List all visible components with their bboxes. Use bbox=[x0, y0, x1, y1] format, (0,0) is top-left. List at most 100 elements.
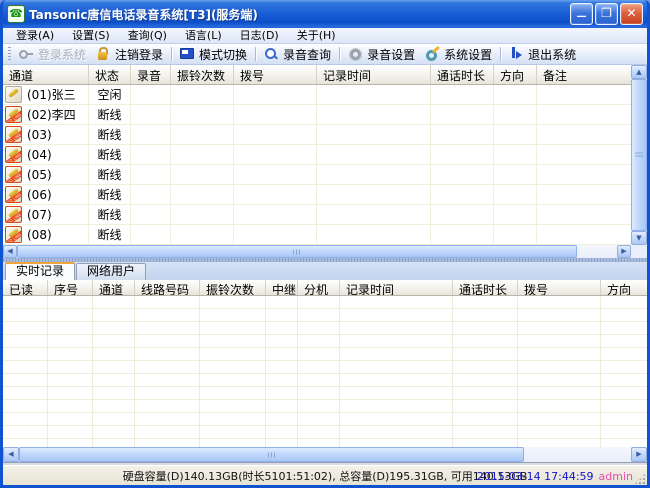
channel-row[interactable]: (07)断线 bbox=[3, 205, 631, 225]
app-phone-icon: ☎ bbox=[7, 5, 25, 23]
channel-cell bbox=[317, 205, 431, 224]
scroll-up-icon[interactable]: ▲ bbox=[631, 65, 647, 79]
toolbar-separator bbox=[339, 47, 340, 61]
toolbar-button-label: 注销登录 bbox=[115, 46, 163, 63]
scrollbar-corner bbox=[631, 245, 647, 258]
channel-row[interactable]: (01)张三空闲 bbox=[3, 85, 631, 105]
toolbar-login-button[interactable]: 登录系统 bbox=[14, 45, 91, 64]
channel-row[interactable]: (02)李四断线 bbox=[3, 105, 631, 125]
hscroll-thumb[interactable] bbox=[19, 447, 524, 462]
scroll-right-icon[interactable]: ▶ bbox=[631, 447, 647, 462]
records-grid-column bbox=[298, 296, 340, 447]
channel-cell bbox=[431, 205, 494, 224]
records-col-header[interactable]: 通道 bbox=[93, 280, 135, 295]
channel-col-header[interactable]: 拨号 bbox=[234, 65, 317, 84]
channel-cell bbox=[431, 105, 494, 124]
channel-col-header[interactable]: 记录时间 bbox=[317, 65, 431, 84]
menu-item-query[interactable]: 查询(Q) bbox=[119, 28, 176, 43]
records-col-header[interactable]: 中继 bbox=[266, 280, 298, 295]
records-col-header[interactable]: 线路号码 bbox=[135, 280, 200, 295]
phone-offline-icon bbox=[5, 166, 22, 183]
channel-cell bbox=[171, 225, 234, 244]
channel-col-header[interactable]: 振铃次数 bbox=[171, 65, 234, 84]
records-col-header[interactable]: 序号 bbox=[48, 280, 93, 295]
channel-cell bbox=[171, 85, 234, 104]
toolbar-exit-button[interactable]: 退出系统 bbox=[504, 45, 581, 64]
channel-cell bbox=[431, 165, 494, 184]
channel-cell bbox=[171, 125, 234, 144]
scroll-left-icon[interactable]: ◀ bbox=[3, 447, 19, 462]
channel-cell bbox=[317, 125, 431, 144]
channel-cell bbox=[234, 225, 317, 244]
channel-hscrollbar[interactable]: ◀ ▶ bbox=[3, 245, 631, 258]
menu-item-about[interactable]: 关于(H) bbox=[288, 28, 345, 43]
hscroll-thumb[interactable] bbox=[17, 245, 577, 258]
lock-icon bbox=[96, 47, 111, 61]
scroll-left-icon[interactable]: ◀ bbox=[3, 245, 17, 258]
toolbar-mode-switch-button[interactable]: 模式切换 bbox=[175, 45, 252, 64]
toolbar-grip[interactable] bbox=[8, 47, 11, 61]
toolbar-button-label: 退出系统 bbox=[528, 46, 576, 63]
channel-cell: 断线 bbox=[89, 185, 131, 204]
records-col-header[interactable]: 拨号 bbox=[518, 280, 601, 295]
records-col-header[interactable]: 通话时长 bbox=[453, 280, 518, 295]
hscroll-track[interactable] bbox=[577, 245, 617, 258]
menu-item-language[interactable]: 语言(L) bbox=[176, 28, 231, 43]
tabbar: 实时记录网络用户 bbox=[3, 262, 647, 280]
channel-cell bbox=[537, 145, 631, 164]
datetime-text: 2015-03-14 17:44:59 bbox=[477, 470, 594, 483]
channel-name: (03) bbox=[27, 128, 52, 142]
channel-vscrollbar[interactable]: ▲ ▼ bbox=[631, 65, 647, 245]
app-window: ☎ Tansonic唐信电话录音系统[T3](服务端) — ❐ ✕ 登录(A)设… bbox=[0, 0, 650, 488]
channel-cell bbox=[317, 185, 431, 204]
records-col-header[interactable]: 已读 bbox=[3, 280, 48, 295]
channel-row[interactable]: (03) 断线 bbox=[3, 125, 631, 145]
menu-item-log[interactable]: 日志(D) bbox=[231, 28, 288, 43]
minimize-button[interactable]: — bbox=[570, 3, 593, 25]
tab-network-users[interactable]: 网络用户 bbox=[76, 263, 146, 280]
records-hscrollbar[interactable]: ◀ ▶ bbox=[3, 447, 647, 462]
records-col-header[interactable]: 方向 bbox=[601, 280, 647, 295]
toolbar-system-settings-button[interactable]: 系统设置 bbox=[420, 45, 497, 64]
records-grid-column bbox=[518, 296, 601, 447]
menu-item-login[interactable]: 登录(A) bbox=[7, 28, 63, 43]
records-table-header: 已读序号通道线路号码振铃次数中继分机记录时间通话时长拨号方向 bbox=[3, 280, 647, 296]
channel-col-header[interactable]: 备注 bbox=[537, 65, 631, 84]
channel-cell bbox=[234, 145, 317, 164]
hscroll-track[interactable] bbox=[524, 447, 631, 462]
records-col-header[interactable]: 振铃次数 bbox=[200, 280, 266, 295]
toolbar-button-label: 录音设置 bbox=[367, 46, 415, 63]
records-col-header[interactable]: 分机 bbox=[298, 280, 340, 295]
toolbar-record-query-button[interactable]: 录音查询 bbox=[259, 45, 336, 64]
channel-status: 断线 bbox=[97, 126, 121, 143]
channel-row[interactable]: (04)断线 bbox=[3, 145, 631, 165]
channel-cell bbox=[171, 145, 234, 164]
records-col-header[interactable]: 记录时间 bbox=[340, 280, 453, 295]
maximize-icon: ❐ bbox=[596, 4, 617, 24]
scroll-right-icon[interactable]: ▶ bbox=[617, 245, 631, 258]
scroll-down-icon[interactable]: ▼ bbox=[631, 231, 647, 245]
toolbar-record-settings-button[interactable]: 录音设置 bbox=[343, 45, 420, 64]
channel-status: 空闲 bbox=[97, 86, 121, 103]
channel-col-header[interactable]: 通道 bbox=[3, 65, 89, 84]
tab-realtime-records[interactable]: 实时记录 bbox=[5, 262, 75, 280]
channel-row[interactable]: (08)断线 bbox=[3, 225, 631, 245]
channel-cell bbox=[234, 125, 317, 144]
channel-col-header[interactable]: 状态 bbox=[89, 65, 131, 84]
toolbar-logout-button[interactable]: 注销登录 bbox=[91, 45, 168, 64]
channel-col-header[interactable]: 录音 bbox=[131, 65, 171, 84]
channel-row[interactable]: (06)断线 bbox=[3, 185, 631, 205]
toolbar-button-label: 录音查询 bbox=[283, 46, 331, 63]
maximize-button[interactable]: ❐ bbox=[595, 3, 618, 25]
vscroll-thumb[interactable] bbox=[631, 79, 647, 231]
channel-row[interactable]: (05)断线 bbox=[3, 165, 631, 185]
channel-cell bbox=[317, 85, 431, 104]
channel-cell: 断线 bbox=[89, 165, 131, 184]
channel-cell: (03) bbox=[3, 125, 89, 144]
menu-item-settings[interactable]: 设置(S) bbox=[63, 28, 119, 43]
close-button[interactable]: ✕ bbox=[620, 3, 643, 25]
channel-col-header[interactable]: 方向 bbox=[494, 65, 537, 84]
channel-cell bbox=[171, 105, 234, 124]
channel-cell: (01)张三 bbox=[3, 85, 89, 104]
channel-col-header[interactable]: 通话时长 bbox=[431, 65, 494, 84]
